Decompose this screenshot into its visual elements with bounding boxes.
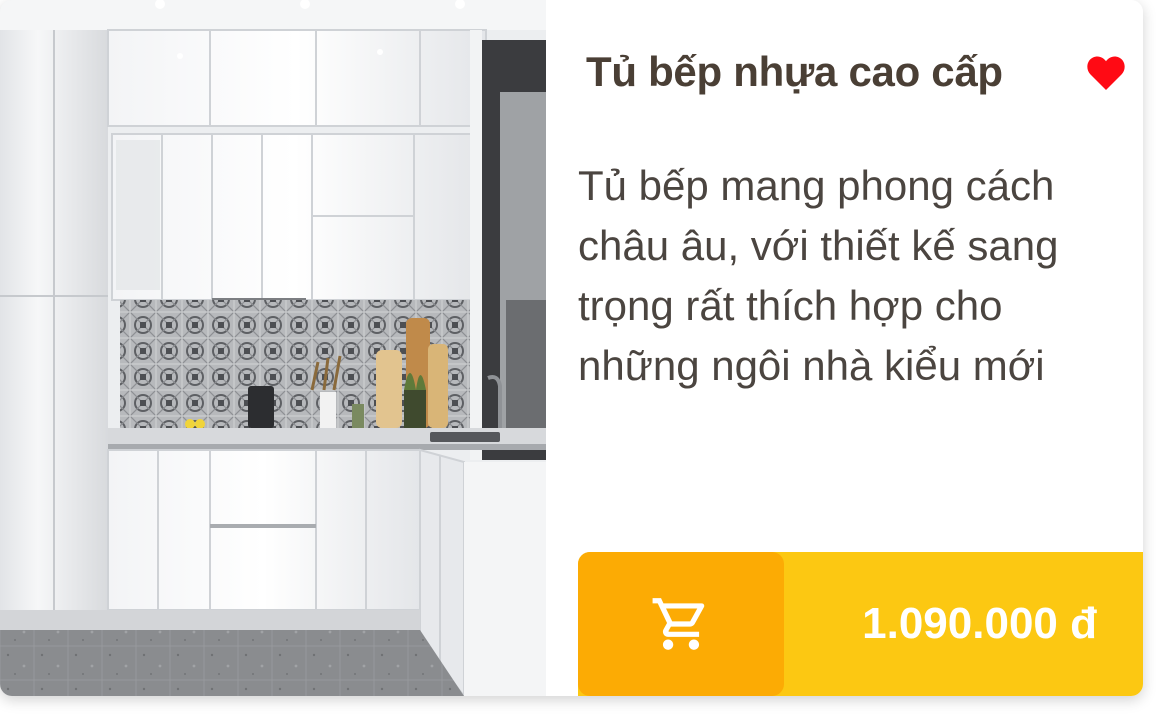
- add-to-cart-button[interactable]: [578, 552, 784, 696]
- product-description: Tủ bếp mang phong cách châu âu, với thiế…: [578, 162, 1059, 389]
- purchase-bar: 1.090.000 đ: [578, 552, 1143, 696]
- product-info: Tủ bếp nhựa cao cấp Tủ bếp mang phong cá…: [546, 0, 1143, 696]
- favorite-button[interactable]: [1086, 54, 1126, 92]
- product-title: Tủ bếp nhựa cao cấp: [586, 48, 1003, 95]
- shopping-cart-icon: [652, 598, 705, 650]
- heart-icon: [1087, 56, 1125, 90]
- product-price: 1.090.000 đ: [862, 599, 1097, 648]
- product-image[interactable]: [0, 0, 546, 696]
- product-card: Tủ bếp nhựa cao cấp Tủ bếp mang phong cá…: [0, 0, 1143, 696]
